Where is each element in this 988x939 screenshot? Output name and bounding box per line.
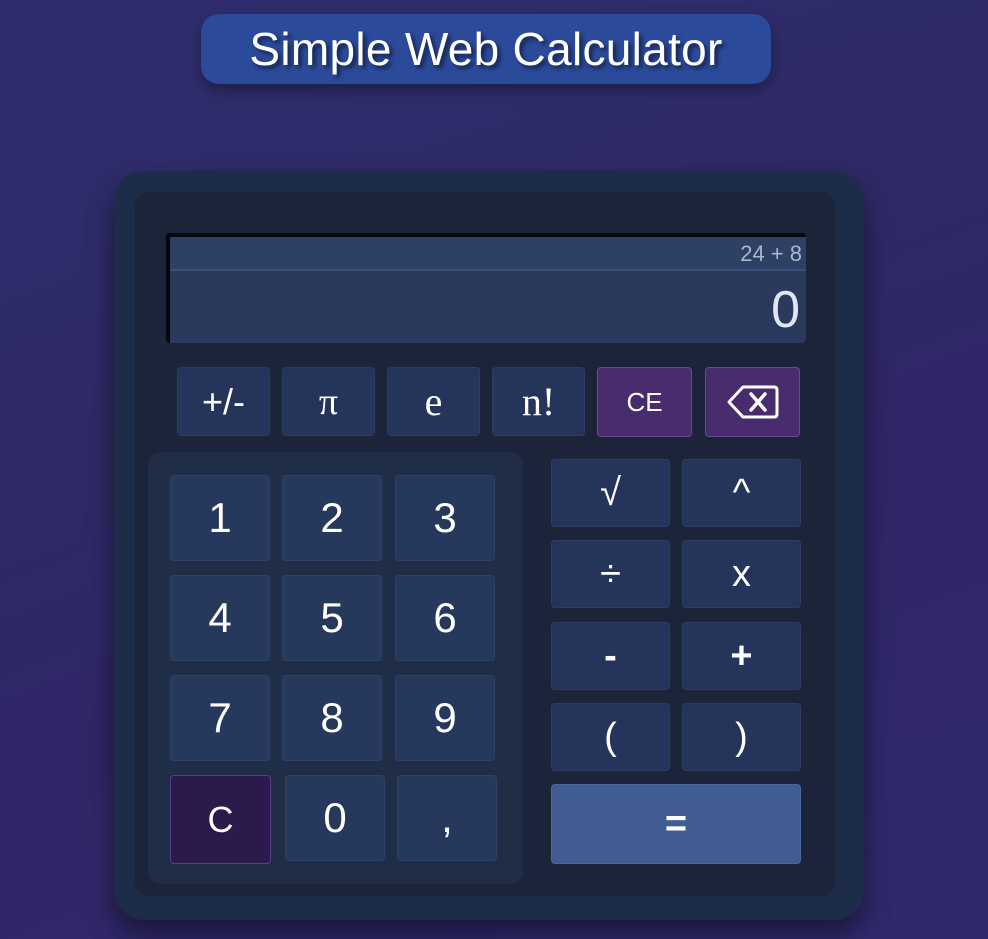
digit-2-button[interactable]: 2	[282, 475, 382, 561]
close-paren-button[interactable]: )	[682, 703, 801, 771]
divide-button[interactable]: ÷	[551, 540, 670, 608]
factorial-button[interactable]: n!	[492, 367, 585, 436]
calculator-display: 24 + 8 0	[166, 233, 806, 343]
plus-button[interactable]: +	[682, 622, 801, 690]
digit-1-button[interactable]: 1	[170, 475, 270, 561]
pi-button[interactable]: π	[282, 367, 375, 436]
backspace-icon	[727, 384, 779, 420]
current-value: 0	[771, 281, 800, 339]
multiply-button[interactable]: x	[682, 540, 801, 608]
expression-history: 24 + 8	[170, 237, 806, 271]
comma-button[interactable]: ,	[397, 775, 497, 861]
digit-9-button[interactable]: 9	[395, 675, 495, 761]
digit-5-button[interactable]: 5	[282, 575, 382, 661]
equals-button[interactable]: =	[551, 784, 801, 864]
negate-button[interactable]: +/-	[177, 367, 270, 436]
clear-entry-button[interactable]: CE	[597, 367, 692, 437]
digit-7-button[interactable]: 7	[170, 675, 270, 761]
backspace-button[interactable]	[705, 367, 800, 437]
digit-6-button[interactable]: 6	[395, 575, 495, 661]
digit-0-button[interactable]: 0	[285, 775, 385, 861]
digit-8-button[interactable]: 8	[282, 675, 382, 761]
clear-button[interactable]: C	[170, 775, 271, 864]
euler-button[interactable]: e	[387, 367, 480, 436]
digit-3-button[interactable]: 3	[395, 475, 495, 561]
app-title-banner: Simple Web Calculator	[201, 14, 771, 84]
sqrt-button[interactable]: √	[551, 459, 670, 527]
open-paren-button[interactable]: (	[551, 703, 670, 771]
app-title: Simple Web Calculator	[249, 23, 723, 75]
minus-button[interactable]: -	[551, 622, 670, 690]
power-button[interactable]: ^	[682, 459, 801, 527]
digit-4-button[interactable]: 4	[170, 575, 270, 661]
